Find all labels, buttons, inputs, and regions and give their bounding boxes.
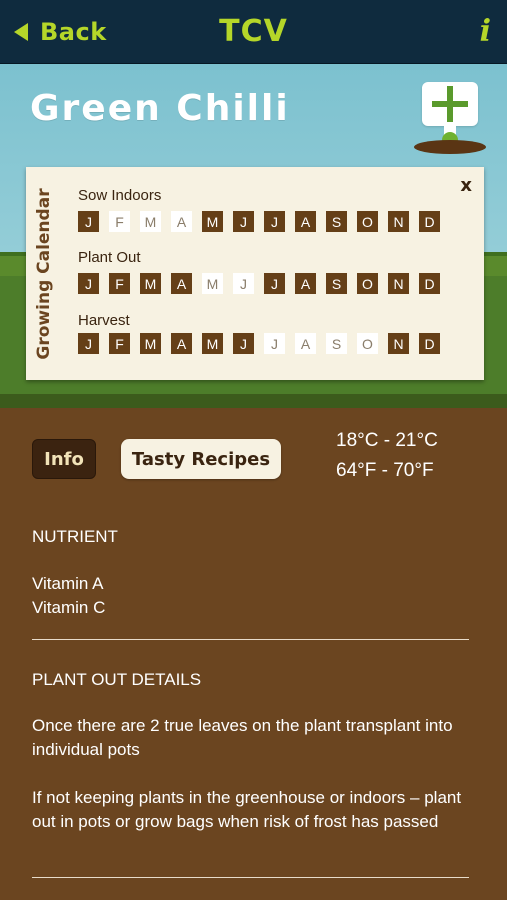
tab-tasty-recipes[interactable]: Tasty Recipes — [121, 439, 281, 479]
month-chip: J — [233, 211, 254, 232]
growing-calendar-card: Growing Calendar x Sow Indoors JFMAMJJAS… — [26, 167, 484, 380]
month-chip: J — [78, 333, 99, 354]
month-chip: D — [419, 211, 440, 232]
sow-indoors-months: JFMAMJJASOND — [78, 211, 450, 232]
month-chip: O — [357, 333, 378, 354]
temperature-fahrenheit: 64°F - 70°F — [336, 460, 434, 481]
soil-icon — [414, 140, 486, 154]
month-chip: J — [233, 273, 254, 294]
month-chip: J — [264, 333, 285, 354]
month-chip: N — [388, 273, 409, 294]
month-chip: J — [78, 211, 99, 232]
month-chip: N — [388, 333, 409, 354]
add-plant-button[interactable] — [412, 82, 486, 156]
plant-title: Green Chilli — [30, 88, 290, 129]
month-chip: F — [109, 273, 130, 294]
month-chip: N — [388, 211, 409, 232]
sow-indoors-label: Sow Indoors — [78, 187, 162, 204]
month-chip: O — [357, 273, 378, 294]
month-chip: F — [109, 211, 130, 232]
top-nav-bar: Back TCV i — [0, 0, 507, 64]
month-chip: M — [202, 333, 223, 354]
calendar-side-label: Growing Calendar — [26, 167, 62, 380]
month-chip: A — [171, 273, 192, 294]
month-chip: M — [202, 211, 223, 232]
month-chip: D — [419, 273, 440, 294]
month-chip: A — [171, 333, 192, 354]
month-chip: D — [419, 333, 440, 354]
calendar-title: Growing Calendar — [34, 187, 54, 360]
month-chip: O — [357, 211, 378, 232]
month-chip: A — [171, 211, 192, 232]
month-chip: S — [326, 211, 347, 232]
app-title: TCV — [219, 14, 288, 49]
month-chip: M — [140, 211, 161, 232]
month-chip: J — [264, 273, 285, 294]
plant-out-paragraph: If not keeping plants in the greenhouse … — [32, 788, 462, 831]
month-chip: A — [295, 333, 316, 354]
plant-out-months: JFMAMJJASOND — [78, 273, 450, 294]
harvest-months: JFMAMJJASOND — [78, 333, 450, 354]
plant-out-paragraph: Once there are 2 true leaves on the plan… — [32, 716, 453, 759]
close-calendar-button[interactable]: x — [460, 175, 472, 196]
month-chip: J — [233, 333, 254, 354]
info-icon[interactable]: i — [480, 14, 491, 49]
month-chip: S — [326, 273, 347, 294]
month-chip: A — [295, 273, 316, 294]
ground-strip — [0, 394, 507, 408]
plus-icon — [422, 82, 478, 126]
month-chip: S — [326, 333, 347, 354]
month-chip: M — [140, 333, 161, 354]
section-divider — [32, 877, 469, 878]
month-chip: J — [78, 273, 99, 294]
plant-out-label: Plant Out — [78, 249, 141, 266]
section-divider — [32, 639, 469, 640]
nutrient-item: Vitamin A — [32, 574, 104, 593]
month-chip: F — [109, 333, 130, 354]
harvest-label: Harvest — [78, 312, 130, 329]
month-chip: J — [264, 211, 285, 232]
month-chip: A — [295, 211, 316, 232]
plant-out-details-title: PLANT OUT DETAILS — [32, 670, 202, 689]
month-chip: M — [140, 273, 161, 294]
month-chip: M — [202, 273, 223, 294]
temperature-celsius: 18°C - 21°C — [336, 430, 438, 451]
nutrient-title: NUTRIENT — [32, 527, 118, 546]
nutrient-item: Vitamin C — [32, 598, 106, 617]
tab-info[interactable]: Info — [32, 439, 96, 479]
